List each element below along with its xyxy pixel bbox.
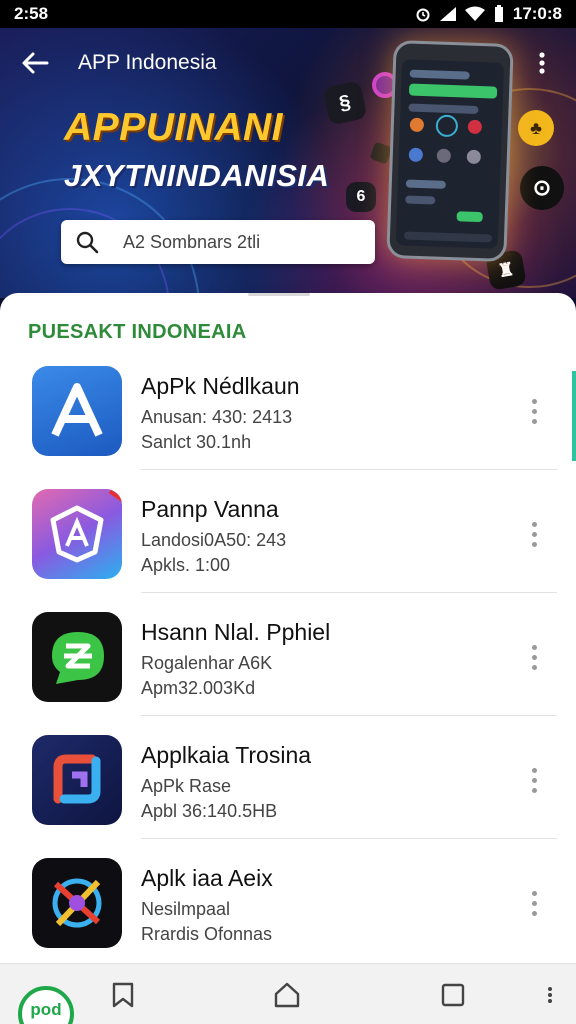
overflow-menu-button[interactable] bbox=[528, 46, 556, 80]
app-detail: ApPk Rase bbox=[141, 776, 232, 796]
app-size: Apm32.003Kd bbox=[141, 678, 256, 698]
bottom-navigation: pod bbox=[0, 963, 576, 1024]
floating-app-icon: § bbox=[322, 80, 368, 126]
chat-z-icon[interactable] bbox=[32, 612, 122, 702]
app-size: Apbl 36:140.5HB bbox=[141, 801, 278, 821]
recents-button[interactable] bbox=[436, 978, 470, 1012]
app-name: Aplk iaa Aeix bbox=[141, 865, 273, 891]
square-swirl-icon[interactable] bbox=[32, 735, 122, 825]
arrow-left-icon bbox=[22, 52, 49, 74]
square-icon bbox=[441, 983, 465, 1007]
status-icons: 17:0:8 bbox=[415, 4, 562, 24]
sheet-handle[interactable] bbox=[248, 293, 310, 296]
status-right-time: 17:0:8 bbox=[512, 4, 562, 23]
more-vert-icon[interactable] bbox=[520, 639, 548, 675]
content-sheet: PUESAKT INDONEAIA ApPk Nédlkaun Anusan: … bbox=[0, 293, 576, 963]
app-name: Applkaia Trosina bbox=[141, 742, 312, 768]
list-item[interactable]: Hsann Nlal. Pphiel Rogalenhar A6K Apm32.… bbox=[0, 609, 576, 733]
list-item[interactable]: Pannp Vanna Landosi0A50: 243 Apkls. 1:00 bbox=[0, 486, 576, 610]
app-size: Apkls. 1:00 bbox=[141, 555, 231, 575]
battery-icon bbox=[493, 5, 505, 23]
list-item[interactable]: ApPk Nédlkaun Anusan: 430: 2413 Sanlct 3… bbox=[0, 363, 576, 487]
app-size: Sanlct 30.1nh bbox=[141, 432, 252, 452]
floating-coin-icon: ♣ bbox=[518, 110, 554, 146]
app-size: Rrardis Ofonnas bbox=[141, 924, 273, 944]
app-detail: Rogalenhar A6K bbox=[141, 653, 273, 673]
banner-headline: APPUINANI bbox=[64, 106, 284, 149]
search-query: A2 Sombnars 2tli bbox=[123, 231, 261, 252]
more-vert-icon[interactable] bbox=[520, 393, 548, 429]
list-item[interactable]: Applkaia Trosina ApPk Rase Apbl 36:140.5… bbox=[0, 732, 576, 856]
divider bbox=[141, 592, 557, 593]
app-name: ApPk Nédlkaun bbox=[141, 373, 300, 399]
home-icon bbox=[274, 982, 300, 1008]
more-vert-icon[interactable] bbox=[520, 516, 548, 552]
wifi-icon bbox=[464, 6, 485, 22]
hero-banner: APP Indonesia APPUINANI JXYTNINDANISIA §… bbox=[0, 28, 576, 298]
bookmark-button[interactable] bbox=[106, 978, 140, 1012]
section-title: PUESAKT INDONEAIA bbox=[28, 321, 247, 343]
search-icon bbox=[75, 229, 101, 255]
logo-text: pod bbox=[30, 1000, 62, 1019]
floating-app-icon: 6 bbox=[346, 182, 376, 212]
divider bbox=[141, 838, 557, 839]
status-time: 2:58 bbox=[14, 4, 49, 23]
list-item[interactable]: Aplk iaa Aeix Nesilmpaal Rrardis Ofonnas bbox=[0, 855, 576, 979]
phone-illustration bbox=[386, 39, 514, 263]
divider bbox=[141, 715, 557, 716]
floating-game-icon: ⊙ bbox=[520, 166, 564, 210]
more-vert-icon[interactable] bbox=[520, 762, 548, 798]
app-detail: Nesilmpaal bbox=[141, 899, 231, 919]
app-detail: Anusan: 430: 2413 bbox=[141, 407, 293, 427]
app-detail: Landosi0A50: 243 bbox=[141, 530, 287, 550]
letter-a-icon[interactable] bbox=[32, 366, 122, 456]
bookmark-icon bbox=[112, 982, 134, 1008]
more-vert-icon bbox=[548, 987, 552, 1003]
ribbon-badge bbox=[108, 489, 122, 505]
app-name: Pannp Vanna bbox=[141, 496, 279, 522]
home-button[interactable] bbox=[270, 978, 304, 1012]
search-input[interactable]: A2 Sombnars 2tli bbox=[61, 220, 375, 264]
banner-subline: JXYTNINDANISIA bbox=[64, 158, 330, 193]
back-button[interactable] bbox=[18, 46, 52, 80]
signal-icon bbox=[439, 6, 457, 22]
divider bbox=[141, 469, 557, 470]
shield-a-icon[interactable] bbox=[32, 489, 122, 579]
app-name: Hsann Nlal. Pphiel bbox=[141, 619, 331, 645]
nav-menu-button[interactable] bbox=[538, 978, 562, 1012]
page-title: APP Indonesia bbox=[78, 51, 217, 74]
more-vert-icon bbox=[539, 52, 545, 74]
status-bar: 2:58 17:0:8 bbox=[0, 0, 576, 28]
alarm-icon bbox=[415, 6, 431, 22]
compass-icon[interactable] bbox=[32, 858, 122, 948]
more-vert-icon[interactable] bbox=[520, 885, 548, 921]
app-logo[interactable]: pod bbox=[18, 986, 74, 1024]
